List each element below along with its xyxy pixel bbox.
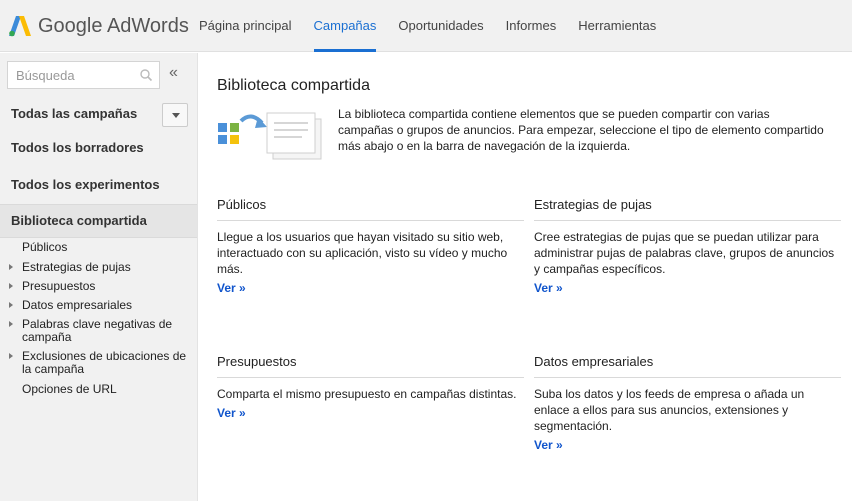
card-description: Llegue a los usuarios que hayan visitado… — [217, 230, 508, 276]
expand-arrow-icon[interactable] — [9, 264, 13, 270]
sidebar-search-row: « — [7, 61, 191, 91]
brand-name: Google AdWords — [38, 14, 189, 37]
sidebar-subitem-placement-exclusions[interactable]: Exclusiones de ubicaciones de la campaña — [22, 350, 194, 376]
nav-reports[interactable]: Informes — [495, 0, 568, 52]
sidebar-item-experiments[interactable]: Todos los experimentos — [0, 175, 197, 195]
view-bid-strategies-link[interactable]: Ver » — [534, 281, 563, 295]
view-audiences-link[interactable]: Ver » — [217, 281, 246, 295]
card-description: Suba los datos y los feeds de empresa o … — [534, 387, 805, 433]
sidebar-item-shared-library[interactable]: Biblioteca compartida — [0, 204, 197, 238]
adwords-logo-icon — [9, 16, 31, 37]
campaigns-dropdown-button[interactable] — [162, 103, 188, 127]
card-title: Presupuestos — [217, 354, 524, 378]
view-budgets-link[interactable]: Ver » — [217, 406, 246, 420]
nav-home[interactable]: Página principal — [188, 0, 303, 52]
card-title: Públicos — [217, 197, 524, 221]
sidebar-subitem-bid-strategies[interactable]: Estrategias de pujas — [22, 261, 194, 274]
card-description: Cree estrategias de pujas que se puedan … — [534, 230, 835, 276]
nav-opportunities[interactable]: Oportunidades — [387, 0, 494, 52]
card-audiences: Públicos Llegue a los usuarios que hayan… — [217, 197, 524, 297]
sidebar-subitem-budgets[interactable]: Presupuestos — [22, 280, 194, 293]
search-input[interactable] — [8, 62, 128, 88]
expand-arrow-icon[interactable] — [9, 353, 13, 359]
nav-tools[interactable]: Herramientas — [567, 0, 667, 52]
top-bar: Google AdWords Página principal Campañas… — [0, 0, 852, 52]
card-title: Estrategias de pujas — [534, 197, 841, 221]
nav-campaigns[interactable]: Campañas — [303, 0, 388, 52]
expand-arrow-icon[interactable] — [9, 283, 13, 289]
sidebar-subitem-negative-keywords[interactable]: Palabras clave negativas de campaña — [22, 318, 194, 344]
collapse-sidebar-icon[interactable]: « — [169, 64, 178, 82]
expand-arrow-icon[interactable] — [9, 321, 13, 327]
shared-library-illustration-icon — [218, 112, 322, 160]
card-bid-strategies: Estrategias de pujas Cree estrategias de… — [534, 197, 841, 297]
card-title: Datos empresariales — [534, 354, 841, 378]
main-nav: Página principal Campañas Oportunidades … — [188, 0, 667, 52]
expand-arrow-icon[interactable] — [9, 302, 13, 308]
sidebar-subitem-business-data[interactable]: Datos empresariales — [22, 299, 194, 312]
page-title: Biblioteca compartida — [217, 77, 370, 94]
sidebar-subitem-audiences[interactable]: Públicos — [22, 241, 194, 254]
sidebar-subitem-url-options[interactable]: Opciones de URL — [22, 383, 194, 396]
search-box — [7, 61, 160, 89]
view-business-data-link[interactable]: Ver » — [534, 438, 563, 452]
card-budgets: Presupuestos Comparta el mismo presupues… — [217, 354, 524, 422]
intro-text: La biblioteca compartida contiene elemen… — [338, 107, 824, 153]
sidebar-item-drafts[interactable]: Todos los borradores — [0, 138, 197, 158]
sidebar: « Todas las campañas Todos los borradore… — [0, 53, 198, 501]
card-description: Comparta el mismo presupuesto en campaña… — [217, 387, 517, 401]
card-business-data: Datos empresariales Suba los datos y los… — [534, 354, 841, 454]
search-icon[interactable] — [139, 68, 153, 82]
adwords-logo[interactable]: Google AdWords — [8, 12, 189, 40]
main-content: Biblioteca compartida La biblioteca comp… — [199, 53, 852, 501]
